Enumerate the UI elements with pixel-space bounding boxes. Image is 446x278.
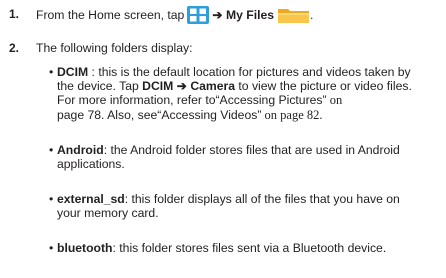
tap-suffix: to view the picture or video files. xyxy=(235,79,412,94)
folder-line: applications. xyxy=(49,157,400,171)
bullet-dot: • xyxy=(49,241,54,255)
folder-line: your memory card. xyxy=(49,206,400,220)
folder-line: bluetooth: this folder stores files sent… xyxy=(49,241,386,255)
step-2-text: The following folders display: xyxy=(36,41,193,55)
ref-accessing-videos: “Accessing Videos” xyxy=(157,107,262,122)
folder-desc-line-1: : this is the default location for pictu… xyxy=(88,65,411,79)
folder-line: DCIM : this is the default location for … xyxy=(49,65,412,79)
folder-name: external_sd xyxy=(57,192,125,206)
tap-path-camera: Camera xyxy=(190,79,236,94)
folder-line: page 78. Also, see“Accessing Videos” on … xyxy=(49,108,412,122)
apps-grid-icon xyxy=(187,6,210,24)
tap-path-arrow: ➔ xyxy=(176,79,187,94)
folder-line: For more information, refer to“Accessing… xyxy=(49,93,412,107)
folder-name: DCIM xyxy=(57,65,89,79)
ref-page: on page 82. xyxy=(261,107,323,122)
step-number: 2. xyxy=(9,41,20,55)
bullet-dot: • xyxy=(49,143,54,157)
folder-line: the device. Tap DCIM ➔ Camera to view th… xyxy=(49,79,412,93)
step-number: 1. xyxy=(9,7,20,21)
step-1-suffix: . xyxy=(310,8,314,23)
document-page: 1. From the Home screen, tap ➔ My Files … xyxy=(0,0,446,278)
folder-name: bluetooth xyxy=(57,241,113,255)
folder-desc-line-1: : this folder stores files sent via a Bl… xyxy=(112,241,387,255)
folder-item-external-sd: • external_sd: this folder displays all … xyxy=(49,192,400,220)
folder-desc-line-4: page 78. Also, see xyxy=(57,107,158,122)
folder-item-dcim: • DCIM : this is the default location fo… xyxy=(49,65,412,122)
bullet-dot: • xyxy=(49,65,54,79)
folder-item-bluetooth: • bluetooth: this folder stores files se… xyxy=(49,241,386,255)
bullet-dot: • xyxy=(49,192,54,206)
folder-desc-line-1: : the Android folder stores files that a… xyxy=(103,143,400,157)
tap-path-dcim: DCIM xyxy=(142,79,174,94)
folder-desc-line-3: For more information, refer to xyxy=(57,93,216,108)
my-files-label: My Files xyxy=(225,8,275,23)
ref-accessing-pictures: “Accessing Pictures” xyxy=(215,93,327,108)
folder-name: Android xyxy=(57,143,104,157)
arrow-glyph: ➔ xyxy=(212,8,223,23)
step-1-text: From the Home screen, tap ➔ My Files . xyxy=(36,6,314,25)
folder-desc-line-2: your memory card. xyxy=(57,206,159,221)
ref-on: on xyxy=(326,93,343,108)
folder-desc-line-1: : this folder displays all of the files … xyxy=(124,192,400,206)
folder-line: external_sd: this folder displays all of… xyxy=(49,192,400,206)
folder-desc-line-2: applications. xyxy=(57,157,125,172)
folder-line: Android: the Android folder stores files… xyxy=(49,143,400,157)
folder-item-android: • Android: the Android folder stores fil… xyxy=(49,143,400,171)
my-files-folder-icon xyxy=(278,9,310,23)
step-1-prefix: From the Home screen, tap xyxy=(36,8,185,23)
folder-desc-line-2: the device. Tap xyxy=(57,79,143,94)
